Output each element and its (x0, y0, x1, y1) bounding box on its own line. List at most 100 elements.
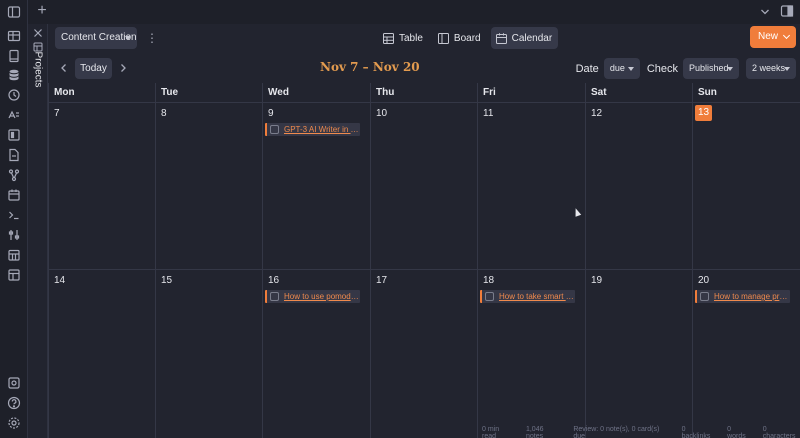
calendar-event[interactable]: How to take smart n... (480, 290, 575, 303)
today-button[interactable]: Today (75, 58, 112, 79)
caret-down-icon (627, 67, 634, 71)
weekday-header-sat: Sat (585, 83, 692, 102)
day-cell[interactable]: 15 (155, 269, 262, 438)
day-cell[interactable]: 7 (48, 102, 155, 269)
word-count: 0 words (727, 426, 746, 438)
check-field-label: Check (646, 62, 678, 75)
view-board-button[interactable]: Board (433, 27, 487, 49)
caret-down-icon (784, 67, 790, 71)
event-checkbox[interactable] (270, 125, 279, 134)
left-ribbon (0, 0, 28, 438)
new-button[interactable]: New (750, 26, 796, 48)
kanban-icon[interactable] (7, 128, 21, 142)
calendar-event[interactable]: How to use pomodo... (265, 290, 360, 303)
check-field-select[interactable]: Published (683, 58, 739, 79)
side-tabstrip: Projects (28, 0, 48, 438)
terminal-icon[interactable] (7, 208, 21, 222)
calendar-icon[interactable] (7, 188, 21, 202)
day-number: 9 (268, 108, 274, 119)
more-options-icon[interactable]: ⋮ (146, 31, 158, 45)
day-number: 19 (591, 275, 603, 286)
calendar-icon (495, 32, 507, 44)
gallery-icon[interactable] (7, 29, 21, 43)
chevron-down-icon (782, 31, 791, 40)
day-cell[interactable]: 16 How to use pomodo... (262, 269, 370, 438)
day-number: 17 (376, 275, 388, 286)
today-date-badge: 13 (695, 105, 712, 121)
status-bar: 0 min read 1,046 notes Review: 0 note(s)… (482, 426, 800, 438)
close-icon[interactable] (33, 28, 43, 38)
chevron-right-icon[interactable] (117, 61, 129, 75)
event-checkbox[interactable] (700, 292, 709, 301)
view-calendar-button[interactable]: Calendar (490, 27, 559, 49)
view-calendar-label: Calendar (511, 32, 553, 44)
read-time: 0 min read (482, 426, 500, 438)
day-number: 15 (161, 275, 173, 286)
event-title-link[interactable]: How to manage proj... (714, 292, 790, 301)
projects-tab-label[interactable]: Projects (33, 46, 44, 94)
date-range-title: Nov 7 – Nov 20 (320, 60, 420, 74)
calendar-filters: Date due Check Published 2 weeks (576, 58, 796, 79)
file-icon[interactable] (7, 148, 21, 162)
day-number: 18 (483, 275, 495, 286)
calendar-event[interactable]: GPT-3 AI Writer in o... (265, 123, 360, 136)
event-checkbox[interactable] (270, 292, 279, 301)
help-icon[interactable] (7, 396, 21, 410)
event-title-link[interactable]: GPT-3 AI Writer in o... (284, 125, 360, 134)
weekday-header-sun: Sun (692, 83, 800, 102)
calendar-event[interactable]: How to manage proj... (695, 290, 790, 303)
database-icon[interactable] (7, 68, 21, 82)
caret-down-icon (727, 67, 733, 71)
day-cell[interactable]: 9 GPT-3 AI Writer in o... (262, 102, 370, 269)
layout-icon[interactable] (7, 268, 21, 282)
day-cell[interactable]: 13 (692, 102, 800, 269)
day-cell[interactable]: 8 (155, 102, 262, 269)
day-number: 11 (483, 108, 494, 119)
view-table-label: Table (399, 32, 423, 44)
review-status[interactable]: Review: 0 note(s), 0 card(s) due (573, 426, 669, 438)
calendar-grid-icon[interactable] (7, 248, 21, 262)
date-field-label: Date (575, 62, 599, 75)
day-number: 8 (161, 108, 167, 119)
day-number: 16 (268, 275, 280, 286)
day-cell[interactable]: 17 (370, 269, 477, 438)
day-cell[interactable]: 11 (477, 102, 585, 269)
project-select[interactable]: Content Creation (55, 27, 137, 49)
chevron-left-icon[interactable] (58, 61, 70, 75)
table-icon (383, 32, 394, 44)
view-switcher: Table Board Calendar (378, 27, 559, 49)
weekday-header-fri: Fri (477, 83, 585, 102)
day-cell[interactable]: 14 (48, 269, 155, 438)
caret-down-icon (125, 36, 131, 40)
book-icon[interactable] (7, 49, 21, 63)
right-sidebar-icon[interactable] (780, 4, 794, 18)
event-checkbox[interactable] (485, 292, 494, 301)
clock-icon[interactable] (7, 88, 21, 102)
day-cell[interactable]: 10 (370, 102, 477, 269)
settings-icon[interactable] (7, 416, 21, 430)
day-number: 12 (591, 108, 603, 119)
title-bar: + (28, 0, 800, 24)
board-icon (437, 32, 449, 44)
day-cell[interactable]: 19 (585, 269, 692, 438)
new-tab-icon[interactable]: + (34, 3, 50, 19)
sidebar-toggle-icon[interactable] (7, 5, 21, 19)
chevron-down-icon[interactable] (758, 5, 772, 19)
note-count: 1,046 notes (525, 426, 544, 438)
weekday-header-wed: Wed (262, 83, 370, 102)
date-field-select[interactable]: due (603, 58, 640, 79)
event-title-link[interactable]: How to use pomodo... (284, 292, 360, 301)
day-cell[interactable]: 20 How to manage proj... (692, 269, 800, 438)
day-number: 7 (54, 108, 60, 119)
event-title-link[interactable]: How to take smart n... (499, 292, 575, 301)
day-cell[interactable]: 18 How to take smart n... (477, 269, 585, 438)
sliders-icon[interactable] (7, 228, 21, 242)
reading-icon[interactable] (7, 108, 21, 122)
vault-icon[interactable] (7, 376, 21, 390)
graph-icon[interactable] (7, 168, 21, 182)
day-number: 10 (376, 108, 388, 119)
day-cell[interactable]: 12 (585, 102, 692, 269)
view-table-button[interactable]: Table (378, 27, 429, 49)
span-select[interactable]: 2 weeks (746, 58, 796, 79)
calendar-nav: Today Nov 7 – Nov 20 Date due Check Publ… (48, 57, 800, 79)
